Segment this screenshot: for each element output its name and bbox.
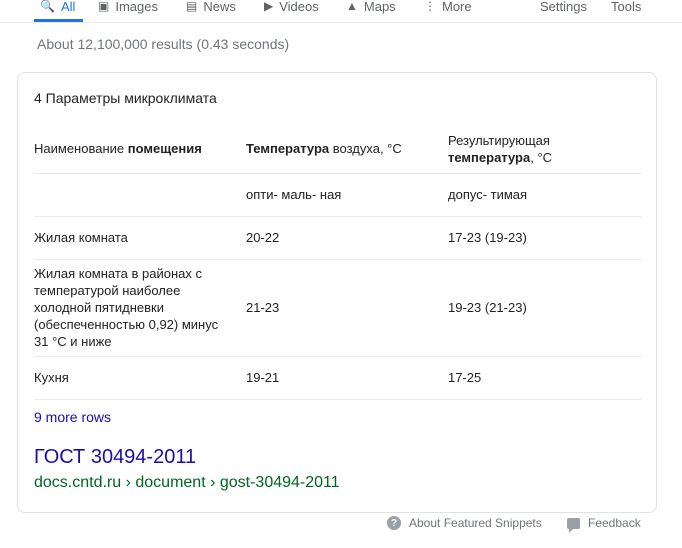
source-url: docs.cntd.ru › document › gost-30494-201… — [34, 474, 340, 491]
cell-optimal: 21-23 — [246, 259, 448, 357]
tools-label: Tools — [611, 0, 642, 14]
header-air-temp-text: воздуха, °С — [329, 141, 402, 157]
cell-allowed: 19-23 (21-23) — [448, 259, 641, 357]
video-icon: ▶ — [264, 0, 274, 13]
header-result-temp-unit: , °С — [530, 149, 553, 165]
feedback-label: Feedback — [588, 516, 641, 530]
tab-images[interactable]: ▣ Images — [98, 0, 158, 22]
table-row: Жилая комната в районах с температурой н… — [34, 259, 641, 357]
tab-all-label: All — [60, 0, 76, 14]
snippet-title: 4 Параметры микроклимата — [34, 90, 217, 106]
news-icon: ▤ — [186, 0, 198, 13]
header-result-temp-text: Результирующая — [448, 132, 550, 148]
cell-room: Кухня — [34, 356, 246, 400]
cell-optimal: 20-22 — [246, 216, 448, 260]
tab-more[interactable]: ⋮ More — [424, 0, 472, 22]
map-icon: ▲ — [346, 0, 358, 13]
cell-room: Жилая комната — [34, 216, 246, 260]
header-cell-air-temp: Температура воздуха, °С — [246, 125, 448, 174]
header-cell-result-temp: Результирующая температура, °С — [448, 125, 641, 174]
tab-more-label: More — [442, 0, 472, 14]
featured-snippet-card: 4 Параметры микроклимата Наименование по… — [17, 72, 657, 513]
header-air-temp-bold: Температура — [246, 141, 330, 157]
table-row: Кухня 19-21 17-25 — [34, 356, 641, 400]
tab-news[interactable]: ▤ News — [186, 0, 236, 22]
tab-all[interactable]: 🔍 All — [33, 0, 84, 22]
table-cell — [34, 173, 246, 217]
feedback-link[interactable]: Feedback — [567, 516, 641, 533]
header-cell-room: Наименование помещения — [34, 125, 246, 174]
snippet-table: Наименование помещения Температура возду… — [34, 125, 641, 400]
snippet-footer: ? About Featured Snippets Feedback — [0, 514, 682, 534]
header-room-text: Наименование — [34, 141, 128, 157]
more-vertical-icon: ⋮ — [424, 0, 436, 13]
image-icon: ▣ — [98, 0, 110, 13]
tab-maps[interactable]: ▲ Maps — [346, 0, 396, 22]
cell-allowed: 17-25 — [448, 356, 641, 400]
header-room-bold: помещения — [127, 141, 202, 157]
about-featured-snippets-link[interactable]: ? About Featured Snippets — [387, 516, 542, 530]
tab-videos-label: Videos — [279, 0, 319, 14]
about-featured-snippets-label: About Featured Snippets — [409, 516, 542, 530]
cell-allowed: 17-23 (19-23) — [448, 216, 641, 260]
more-rows-link[interactable]: 9 more rows — [34, 409, 111, 425]
source-title-link[interactable]: ГОСТ 30494-2011 — [34, 446, 196, 469]
tab-news-label: News — [203, 0, 236, 14]
table-subheader-row: опти- маль- ная допус- тимая — [34, 173, 641, 217]
cell-room: Жилая комната в районах с температурой н… — [34, 259, 246, 357]
tab-videos[interactable]: ▶ Videos — [264, 0, 319, 22]
cell-optimal: 19-21 — [246, 356, 448, 400]
table-header-row: Наименование помещения Температура возду… — [34, 125, 641, 174]
subheader-allowed: допус- тимая — [448, 173, 641, 217]
search-icon: 🔍 — [40, 0, 55, 13]
header-result-temp-bold: температура — [448, 149, 531, 165]
feedback-icon — [567, 517, 580, 533]
search-tabs-bar: 🔍 All ▣ Images ▤ News ▶ Videos ▲ Maps ⋮ … — [0, 0, 682, 23]
table-row: Жилая комната 20-22 17-23 (19-23) — [34, 216, 641, 260]
result-stats: About 12,100,000 results (0.43 seconds) — [37, 36, 290, 52]
subheader-optimal: опти- маль- ная — [246, 173, 448, 217]
tab-images-label: Images — [115, 0, 158, 14]
settings-label: Settings — [540, 0, 587, 14]
help-icon: ? — [387, 516, 401, 530]
tab-maps-label: Maps — [363, 0, 396, 14]
settings-link[interactable]: Settings — [540, 0, 587, 22]
tools-link[interactable]: Tools — [611, 0, 641, 22]
